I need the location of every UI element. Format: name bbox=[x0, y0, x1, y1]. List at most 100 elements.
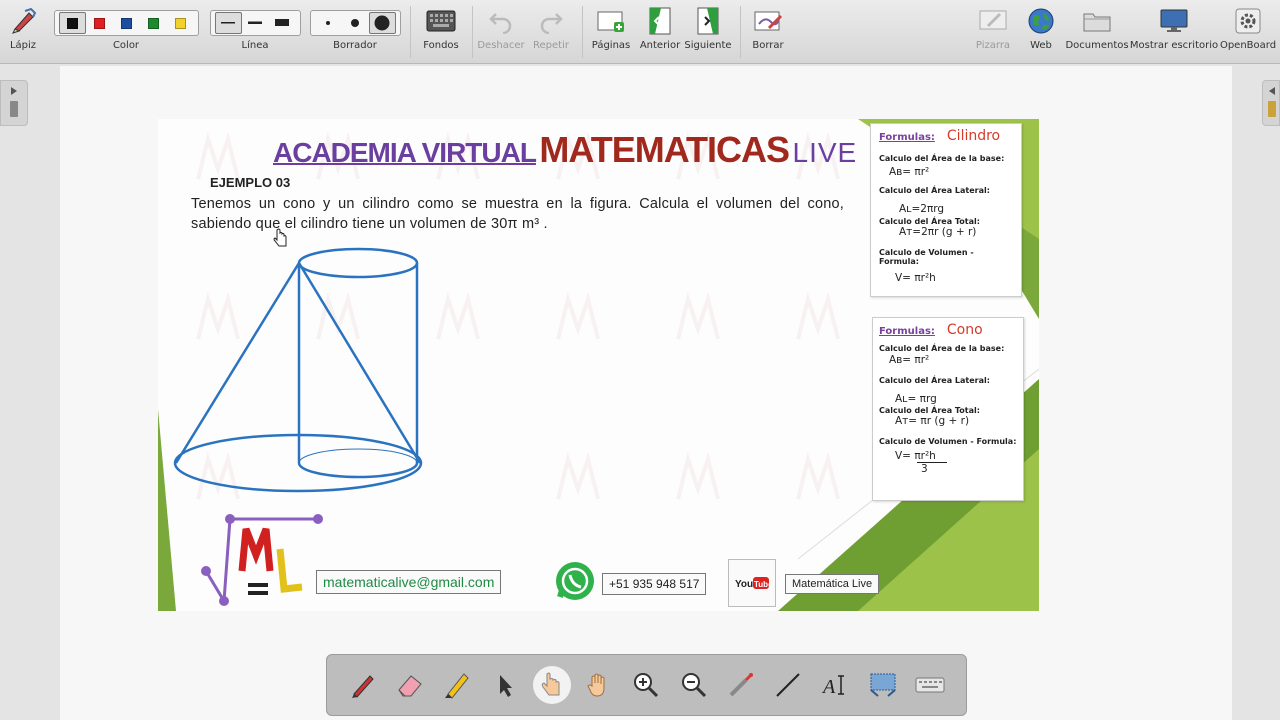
hand-pointer-icon bbox=[541, 672, 560, 696]
eraser-small-button[interactable] bbox=[315, 12, 342, 34]
cylinder-base-area-label: Calculo del Área de la base: bbox=[879, 154, 1005, 163]
title-matematicas: MATEMATICAS bbox=[539, 129, 790, 170]
slide-title: ACADEMIA VIRTUAL MATEMATICAS LIVE bbox=[273, 129, 857, 171]
selector-tool[interactable] bbox=[486, 666, 524, 704]
redo-icon bbox=[536, 6, 566, 36]
color-group: Color bbox=[53, 4, 199, 60]
highlighter-icon bbox=[445, 673, 469, 699]
highlighter-tool[interactable] bbox=[438, 666, 476, 704]
hand-tool[interactable] bbox=[580, 666, 618, 704]
main-toolbar: Lápiz Color Línea Borrador Fondos Deshac… bbox=[0, 0, 1280, 64]
cone-total-label: Calculo del Área Total: bbox=[879, 406, 980, 415]
monitor-icon bbox=[1159, 6, 1189, 36]
hand-cursor-icon bbox=[273, 228, 287, 247]
eraser-size-group: Borrador bbox=[309, 4, 401, 60]
phone-contact: +51 935 948 517 bbox=[602, 573, 707, 595]
settings-icon bbox=[1233, 6, 1263, 36]
cone-title: Cono bbox=[946, 322, 983, 338]
backgrounds-label: Fondos bbox=[423, 40, 459, 51]
color-label: Color bbox=[112, 40, 140, 51]
undo-label: Deshacer bbox=[477, 40, 525, 51]
openboard-label: OpenBoard bbox=[1219, 40, 1277, 51]
pen-icon bbox=[351, 675, 374, 698]
virtual-keyboard-tool[interactable] bbox=[911, 666, 949, 704]
svg-text:A: A bbox=[821, 676, 836, 698]
documents-button[interactable]: Documentos bbox=[1065, 4, 1129, 60]
expand-arrow-icon bbox=[10, 87, 18, 117]
color-swatch-fill bbox=[120, 17, 132, 29]
line-thick-button[interactable] bbox=[269, 12, 296, 34]
color-swatch-4[interactable] bbox=[140, 12, 167, 34]
zoom-out-icon bbox=[681, 673, 706, 698]
text-tool[interactable]: A bbox=[817, 666, 855, 704]
clear-page-button[interactable]: Borrar bbox=[746, 4, 790, 60]
add-page-icon bbox=[596, 6, 626, 36]
line-thin-button[interactable] bbox=[214, 12, 242, 34]
next-label: Siguiente bbox=[684, 40, 732, 51]
arrow-pointer-icon bbox=[499, 675, 512, 697]
color-swatch-2[interactable] bbox=[86, 12, 113, 34]
color-swatch-fill bbox=[93, 17, 105, 29]
board-mode-button[interactable]: Pizarra bbox=[972, 4, 1014, 60]
keyboard-icon bbox=[915, 677, 945, 693]
next-page-icon bbox=[693, 6, 723, 36]
documents-label: Documentos bbox=[1065, 40, 1129, 51]
eraser-tool[interactable] bbox=[391, 666, 429, 704]
title-live: LIVE bbox=[792, 137, 858, 168]
cylinder-title: Cilindro bbox=[946, 128, 1001, 144]
cone-volume-denominator: 3 bbox=[921, 463, 928, 475]
pen-label: Lápiz bbox=[9, 40, 37, 51]
color-swatch-fill bbox=[147, 17, 159, 29]
cone-total-eq: Aᴛ= πr (g + r) bbox=[895, 415, 970, 427]
lesson-slide: ACADEMIA VIRTUAL MATEMATICAS LIVE EJEMPL… bbox=[158, 119, 1039, 611]
color-swatch-3[interactable] bbox=[113, 12, 140, 34]
previous-label: Anterior bbox=[639, 40, 681, 51]
undo-button[interactable]: Deshacer bbox=[477, 4, 525, 60]
cylinder-formulas-card: Formulas: Cilindro Calculo del Área de l… bbox=[870, 123, 1022, 297]
pen-tool-button[interactable]: Lápiz bbox=[4, 4, 42, 60]
svg-text:Tube: Tube bbox=[754, 580, 769, 589]
cone-base-area-eq: Aʙ= πr² bbox=[889, 354, 930, 366]
pen-tool[interactable] bbox=[344, 666, 382, 704]
text-icon: A bbox=[821, 675, 844, 698]
line-medium-button[interactable] bbox=[242, 12, 269, 34]
line-tool[interactable] bbox=[769, 666, 807, 704]
line-width-group: Línea bbox=[209, 4, 301, 60]
interact-tool[interactable] bbox=[532, 666, 571, 704]
laser-pointer-icon bbox=[729, 673, 754, 697]
color-swatch-fill bbox=[174, 17, 186, 29]
cone-volume-numerator: V= πr²h bbox=[895, 450, 936, 462]
web-button[interactable]: Web bbox=[1020, 4, 1062, 60]
folder-icon bbox=[1082, 6, 1112, 36]
zoom-out-tool[interactable] bbox=[675, 666, 713, 704]
pages-button[interactable]: Páginas bbox=[590, 4, 632, 60]
color-swatch-5[interactable] bbox=[167, 12, 194, 34]
backgrounds-button[interactable]: Fondos bbox=[420, 4, 462, 60]
left-panel-toggle[interactable] bbox=[0, 80, 28, 126]
redo-button[interactable]: Repetir bbox=[530, 4, 572, 60]
eraser-icon bbox=[398, 675, 422, 697]
openboard-menu-button[interactable]: OpenBoard bbox=[1220, 4, 1276, 60]
color-swatch-1[interactable] bbox=[58, 12, 86, 34]
line-icon bbox=[776, 673, 801, 697]
zoom-in-tool[interactable] bbox=[627, 666, 665, 704]
board-label: Pizarra bbox=[975, 40, 1011, 51]
cylinder-volume-label: Calculo de Volumen - Formula: bbox=[879, 248, 974, 266]
show-desktop-button[interactable]: Mostrar escritorio bbox=[1130, 4, 1218, 60]
previous-page-button[interactable]: Anterior bbox=[638, 4, 682, 60]
cylinder-total-label: Calculo del Área Total: bbox=[879, 217, 980, 226]
laser-pointer-tool[interactable] bbox=[722, 666, 760, 704]
cone-volume-label: Calculo de Volumen - Formula: bbox=[879, 437, 1017, 446]
next-page-button[interactable]: Siguiente bbox=[684, 4, 732, 60]
pages-label: Páginas bbox=[591, 40, 631, 51]
youtube-channel-label: Matemática Live bbox=[785, 574, 880, 594]
screen-capture-icon bbox=[870, 673, 896, 697]
eraser-medium-button[interactable] bbox=[342, 12, 369, 34]
stylus-palette: A bbox=[326, 654, 967, 716]
cone-lateral-eq: Aʟ= πrg bbox=[895, 393, 937, 405]
line-width-selector bbox=[209, 10, 301, 36]
capture-tool[interactable] bbox=[864, 666, 902, 704]
eraser-large-button[interactable] bbox=[368, 12, 396, 34]
cylinder-volume-eq: V= πr²h bbox=[895, 272, 936, 284]
right-panel-toggle[interactable] bbox=[1262, 80, 1280, 126]
